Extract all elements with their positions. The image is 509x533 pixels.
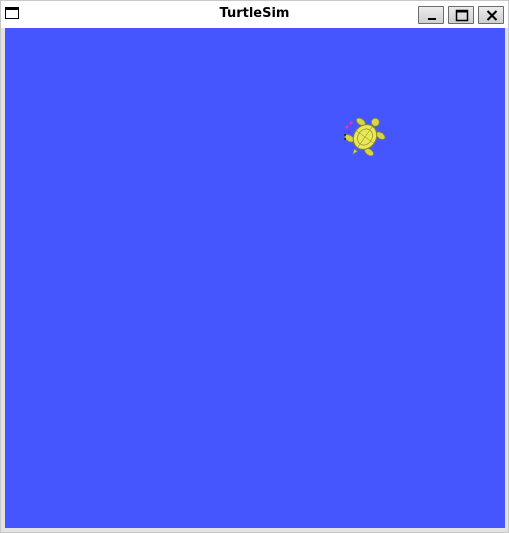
minimize-icon — [428, 18, 436, 20]
turtle-icon — [344, 117, 386, 157]
maximize-icon — [455, 9, 469, 22]
close-button[interactable] — [478, 6, 504, 24]
minimize-button[interactable] — [418, 6, 444, 24]
turtle-canvas[interactable] — [5, 28, 505, 528]
close-icon — [486, 10, 498, 21]
turtlesim-window: TurtleSim — [0, 0, 509, 533]
maximize-button[interactable] — [448, 6, 474, 24]
title-bar[interactable]: TurtleSim — [1, 1, 508, 28]
